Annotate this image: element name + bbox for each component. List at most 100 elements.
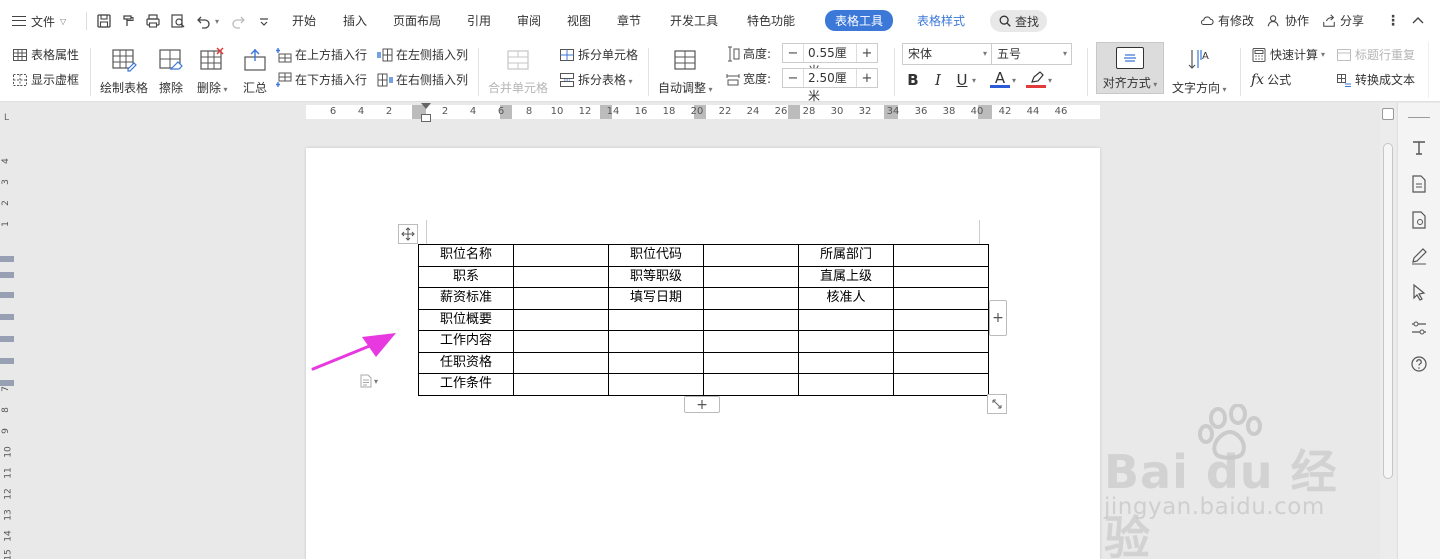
modified-button[interactable]: 有修改 bbox=[1200, 12, 1254, 29]
document-settings-icon[interactable] bbox=[1408, 209, 1430, 231]
tab-insert[interactable]: 插入 bbox=[343, 12, 367, 29]
delete-button[interactable]: 删除 ▾ bbox=[197, 46, 228, 96]
table-cell[interactable] bbox=[608, 330, 704, 353]
table-move-handle[interactable] bbox=[398, 224, 418, 244]
tab-review[interactable]: 审阅 bbox=[517, 12, 541, 29]
page-nav-icon[interactable] bbox=[1382, 108, 1394, 120]
row-height-stepper[interactable]: − 0.55厘米 + bbox=[782, 43, 878, 78]
table-cell[interactable] bbox=[798, 330, 894, 353]
highlight-dropdown-icon[interactable]: ▾ bbox=[1048, 76, 1052, 85]
print-icon[interactable] bbox=[143, 11, 163, 31]
ruler-col-marker[interactable] bbox=[788, 105, 800, 119]
table-cell[interactable]: 直属上级 bbox=[798, 265, 894, 288]
table-cell[interactable] bbox=[608, 308, 704, 331]
tab-references[interactable]: 引用 bbox=[467, 12, 491, 29]
increase-height-button[interactable]: + bbox=[857, 44, 877, 62]
table-cell[interactable] bbox=[893, 351, 989, 374]
formula-button[interactable]: fx 公式 bbox=[1251, 71, 1291, 88]
show-gridlines-button[interactable]: 显示虚框 bbox=[12, 71, 79, 88]
undo-dropdown-icon[interactable]: ▾ bbox=[212, 11, 222, 31]
col-width-stepper[interactable]: − 2.50厘米 + bbox=[782, 68, 878, 103]
draw-table-button[interactable]: 绘制表格 bbox=[100, 46, 148, 96]
redo-icon[interactable] bbox=[228, 11, 248, 31]
summary-button[interactable]: 汇总 bbox=[242, 46, 268, 96]
table-cell[interactable]: 工作条件 bbox=[418, 373, 514, 396]
table-cell[interactable]: 所属部门 bbox=[798, 244, 894, 267]
help-icon[interactable] bbox=[1408, 353, 1430, 375]
table-cell[interactable]: 任职资格 bbox=[418, 351, 514, 374]
table-cell[interactable] bbox=[893, 244, 989, 267]
vertical-scrollbar[interactable] bbox=[1380, 103, 1396, 559]
table-properties-button[interactable]: 表格属性 bbox=[12, 46, 79, 63]
print-preview-icon[interactable] bbox=[168, 11, 188, 31]
tab-view[interactable]: 视图 bbox=[567, 12, 591, 29]
underline-button[interactable]: U bbox=[952, 70, 972, 90]
table-cell[interactable] bbox=[893, 287, 989, 310]
table-cell[interactable] bbox=[893, 373, 989, 396]
table-cell[interactable] bbox=[703, 330, 799, 353]
table-cell[interactable] bbox=[703, 373, 799, 396]
tab-special-features[interactable]: 特色功能 bbox=[747, 12, 795, 29]
table-cell[interactable] bbox=[893, 330, 989, 353]
decrease-width-button[interactable]: − bbox=[783, 69, 803, 87]
table-cell[interactable] bbox=[798, 351, 894, 374]
tab-sections[interactable]: 章节 bbox=[617, 12, 641, 29]
italic-button[interactable]: I bbox=[928, 70, 948, 90]
collaborate-button[interactable]: 协作 bbox=[1267, 12, 1309, 29]
font-color-dropdown-icon[interactable]: ▾ bbox=[1012, 76, 1016, 85]
bold-button[interactable]: B bbox=[903, 70, 923, 90]
table-cell[interactable]: 职系 bbox=[418, 265, 514, 288]
first-line-indent-marker[interactable] bbox=[421, 103, 431, 109]
highlight-button[interactable] bbox=[1026, 70, 1046, 88]
text-style-icon[interactable] bbox=[1408, 137, 1430, 159]
insert-row-below-button[interactable]: 在下方插入行 bbox=[276, 71, 367, 88]
table-cell[interactable] bbox=[798, 373, 894, 396]
table-cell[interactable] bbox=[608, 373, 704, 396]
tab-table-tools[interactable]: 表格工具 bbox=[825, 10, 894, 31]
pen-icon[interactable] bbox=[1408, 245, 1430, 267]
format-painter-icon[interactable] bbox=[118, 11, 138, 31]
add-row-button[interactable]: + bbox=[684, 396, 720, 413]
table-cell[interactable]: 职位概要 bbox=[418, 308, 514, 331]
table-cell[interactable] bbox=[513, 351, 609, 374]
table-cell[interactable]: 职位名称 bbox=[418, 244, 514, 267]
col-width-input[interactable]: 2.50厘米 bbox=[803, 69, 857, 103]
table-cell[interactable]: 职等职级 bbox=[608, 265, 704, 288]
table-cell[interactable] bbox=[703, 308, 799, 331]
increase-width-button[interactable]: + bbox=[857, 69, 877, 87]
left-indent-marker[interactable] bbox=[421, 114, 431, 122]
tab-page-layout[interactable]: 页面布局 bbox=[393, 12, 441, 29]
save-icon[interactable] bbox=[94, 11, 114, 31]
table-cell[interactable] bbox=[513, 265, 609, 288]
tab-developer[interactable]: 开发工具 bbox=[670, 12, 718, 29]
table-cell[interactable] bbox=[608, 351, 704, 374]
table-cell[interactable] bbox=[703, 351, 799, 374]
table-cell[interactable] bbox=[798, 308, 894, 331]
font-name-select[interactable]: 宋体 ▾ bbox=[902, 43, 992, 65]
insert-row-above-button[interactable]: 在上方插入行 bbox=[276, 46, 367, 63]
select-cursor-icon[interactable] bbox=[1408, 281, 1430, 303]
table-cell[interactable] bbox=[513, 244, 609, 267]
split-table-button[interactable]: 拆分表格 ▾ bbox=[559, 71, 633, 88]
table-cell[interactable] bbox=[513, 330, 609, 353]
table-cell[interactable] bbox=[703, 244, 799, 267]
file-menu-button[interactable]: 文件 ▽ bbox=[12, 11, 66, 31]
table-cell[interactable]: 薪资标准 bbox=[418, 287, 514, 310]
table-resize-handle[interactable] bbox=[987, 394, 1007, 414]
collapse-ribbon-icon[interactable] bbox=[1408, 11, 1428, 31]
convert-to-text-button[interactable]: 转换成文本 bbox=[1336, 71, 1415, 88]
table-cell[interactable]: 核准人 bbox=[798, 287, 894, 310]
table-cell[interactable] bbox=[513, 308, 609, 331]
more-icon[interactable]: ⋮ bbox=[1383, 11, 1403, 31]
table-cell[interactable] bbox=[703, 265, 799, 288]
table-cell[interactable]: 工作内容 bbox=[418, 330, 514, 353]
erase-button[interactable]: 擦除 bbox=[158, 46, 184, 96]
paste-options-button[interactable]: ▾ bbox=[360, 374, 378, 388]
table-cell[interactable]: 职位代码 bbox=[608, 244, 704, 267]
merge-cells-button[interactable]: 合并单元格 bbox=[488, 46, 548, 96]
panel-drag-handle[interactable] bbox=[1408, 117, 1430, 118]
insert-col-left-button[interactable]: 在左侧插入列 bbox=[377, 46, 468, 63]
search-button[interactable]: 查找 bbox=[990, 10, 1048, 32]
row-height-input[interactable]: 0.55厘米 bbox=[803, 44, 857, 78]
text-direction-button[interactable]: A 文字方向 ▾ bbox=[1172, 46, 1227, 96]
